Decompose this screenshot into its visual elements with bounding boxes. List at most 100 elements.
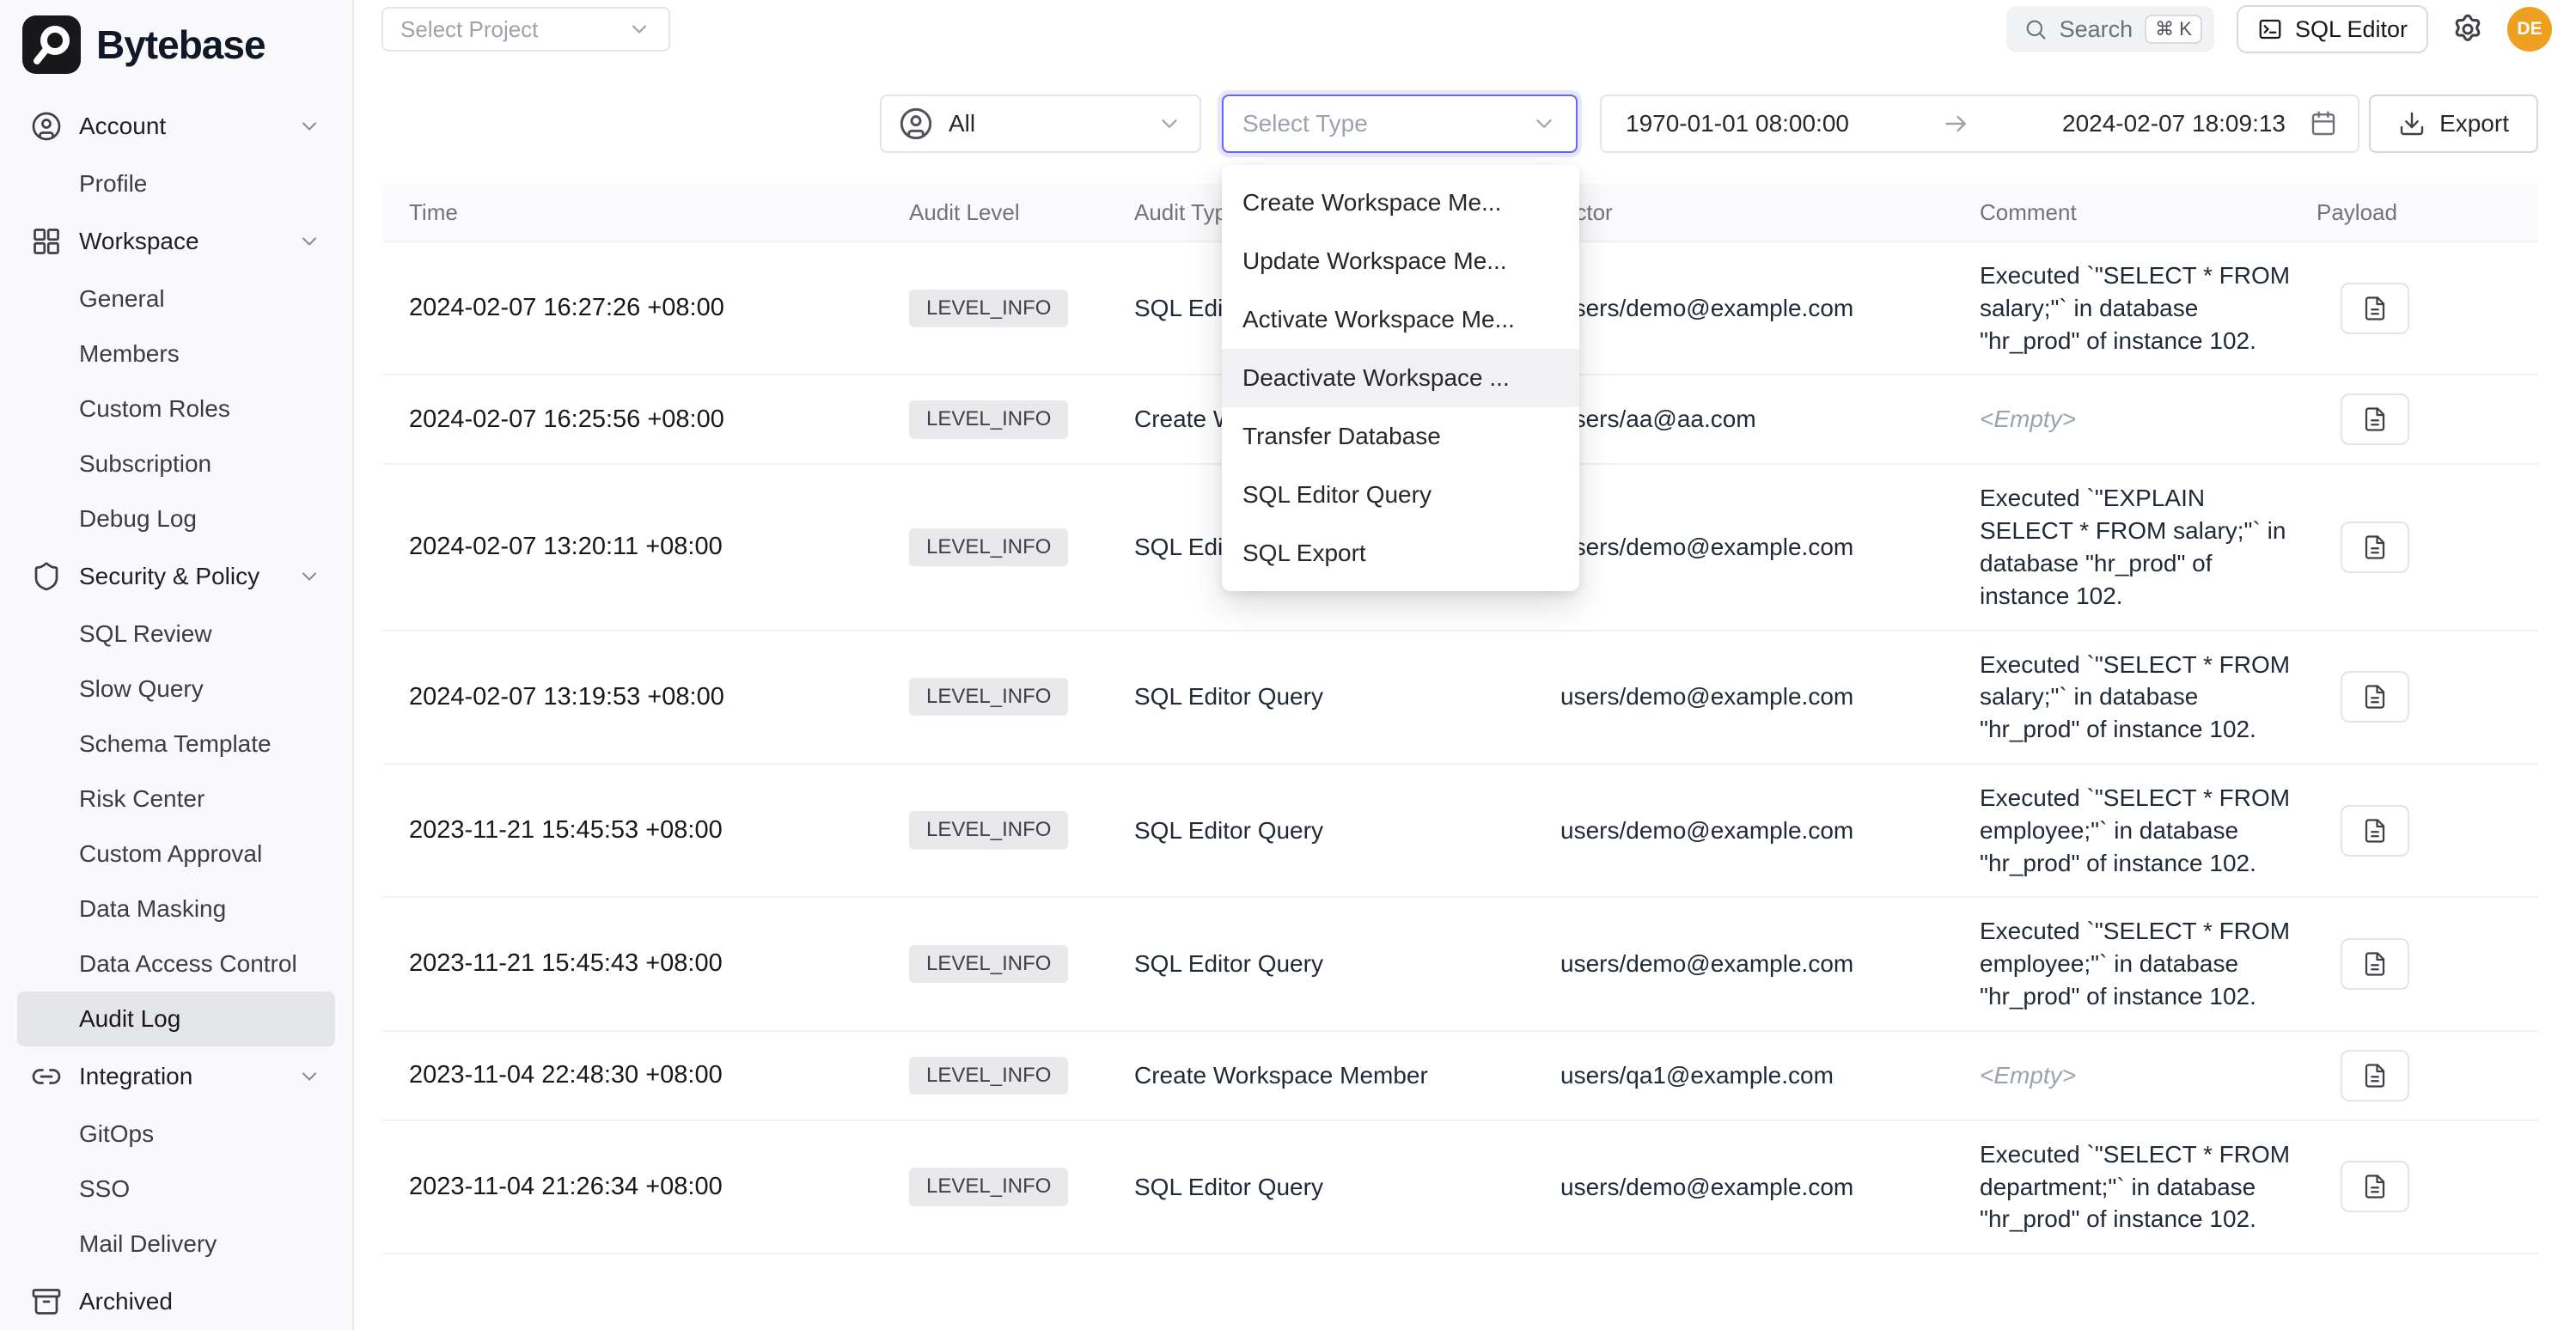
main-area: Select Project Search ⌘ K SQL Editor DE bbox=[354, 0, 2576, 1330]
cell-audit-type: SQL Editor Query bbox=[1134, 1154, 1560, 1221]
column-header-comment: Comment bbox=[1980, 199, 2317, 226]
sidebar-item-debug-log[interactable]: Debug Log bbox=[17, 491, 335, 546]
cell-payload bbox=[2317, 921, 2536, 1007]
sidebar-section-integration[interactable]: Integration bbox=[17, 1046, 335, 1107]
export-label: Export bbox=[2439, 110, 2509, 137]
dropdown-option-deactivate-workspace[interactable]: Deactivate Workspace ... bbox=[1222, 349, 1579, 407]
cell-actor: users/demo@example.com bbox=[1560, 797, 1980, 864]
section-label: Workspace bbox=[79, 228, 199, 255]
column-header-audit-level: Audit Level bbox=[909, 199, 1134, 226]
avatar[interactable]: DE bbox=[2507, 7, 2552, 52]
sidebar-item-members[interactable]: Members bbox=[17, 326, 335, 381]
sidebar-item-audit-log[interactable]: Audit Log bbox=[17, 991, 335, 1046]
sql-editor-button[interactable]: SQL Editor bbox=[2237, 5, 2428, 53]
search-icon bbox=[2024, 17, 2048, 41]
search-input[interactable]: Search ⌘ K bbox=[2006, 6, 2214, 52]
cell-payload bbox=[2317, 788, 2536, 874]
user-circle-icon bbox=[899, 107, 933, 141]
cell-payload bbox=[2317, 504, 2536, 590]
sidebar-item-profile[interactable]: Profile bbox=[17, 156, 335, 211]
cell-audit-type: SQL Editor Query bbox=[1134, 930, 1560, 998]
sidebar-item-schema-template[interactable]: Schema Template bbox=[17, 717, 335, 772]
sidebar-item-slow-query[interactable]: Slow Query bbox=[17, 662, 335, 717]
sidebar-item-sql-review[interactable]: SQL Review bbox=[17, 607, 335, 662]
cell-actor: users/qa1@example.com bbox=[1560, 1042, 1980, 1109]
cell-audit-level: LEVEL_INFO bbox=[909, 928, 1134, 1000]
table-row: 2024-02-07 13:19:53 +08:00LEVEL_INFOSQL … bbox=[383, 631, 2538, 765]
cell-audit-type: Create Workspace Member bbox=[1134, 1042, 1560, 1109]
payload-button[interactable] bbox=[2341, 938, 2409, 990]
link-icon bbox=[31, 1061, 62, 1092]
payload-button[interactable] bbox=[2341, 805, 2409, 857]
search-shortcut: ⌘ K bbox=[2145, 15, 2202, 44]
cell-audit-type: SQL Editor Query bbox=[1134, 663, 1560, 730]
filter-bar: All Select Type 1970-01-01 08:00:00 2024… bbox=[354, 95, 2576, 153]
dropdown-option-sql-export[interactable]: SQL Export bbox=[1222, 524, 1579, 583]
sidebar-item-general[interactable]: General bbox=[17, 271, 335, 326]
sidebar-item-data-masking[interactable]: Data Masking bbox=[17, 882, 335, 936]
cell-comment: <Empty> bbox=[1980, 1042, 2317, 1109]
sidebar-item-risk-center[interactable]: Risk Center bbox=[17, 772, 335, 827]
brand-name: Bytebase bbox=[96, 21, 266, 68]
dropdown-option-sql-editor-query[interactable]: SQL Editor Query bbox=[1222, 466, 1579, 524]
section-label: Security & Policy bbox=[79, 563, 259, 590]
sidebar-item-gitops[interactable]: GitOps bbox=[17, 1107, 335, 1162]
topbar-right: Search ⌘ K SQL Editor DE bbox=[2006, 5, 2552, 53]
payload-button[interactable] bbox=[2341, 283, 2409, 334]
date-range-picker[interactable]: 1970-01-01 08:00:00 2024-02-07 18:09:13 bbox=[1600, 95, 2359, 153]
cell-comment: Executed `"SELECT * FROM salary;"` in da… bbox=[1980, 242, 2317, 374]
sidebar-item-custom-roles[interactable]: Custom Roles bbox=[17, 381, 335, 436]
dropdown-option-create-workspace-me[interactable]: Create Workspace Me... bbox=[1222, 174, 1579, 232]
table-row: 2023-11-04 22:48:30 +08:00LEVEL_INFOCrea… bbox=[383, 1032, 2538, 1121]
type-filter-placeholder: Select Type bbox=[1242, 110, 1368, 137]
cell-payload bbox=[2317, 376, 2536, 462]
cell-comment: Executed `"SELECT * FROM salary;"` in da… bbox=[1980, 631, 2317, 763]
payload-button[interactable] bbox=[2341, 671, 2409, 723]
actor-filter-select[interactable]: All bbox=[880, 95, 1201, 153]
payload-button[interactable] bbox=[2341, 522, 2409, 573]
sidebar-item-mail-delivery[interactable]: Mail Delivery bbox=[17, 1217, 335, 1272]
table-row: 2023-11-04 21:26:34 +08:00LEVEL_INFOSQL … bbox=[383, 1121, 2538, 1254]
project-select[interactable]: Select Project bbox=[382, 7, 670, 52]
sidebar-item-archived[interactable]: Archived bbox=[17, 1272, 335, 1330]
payload-button[interactable] bbox=[2341, 394, 2409, 445]
dropdown-option-transfer-database[interactable]: Transfer Database bbox=[1222, 407, 1579, 466]
chevron-down-icon bbox=[297, 114, 321, 138]
audit-level-badge: LEVEL_INFO bbox=[909, 400, 1068, 438]
chevron-down-icon bbox=[297, 1065, 321, 1089]
download-icon bbox=[2398, 110, 2426, 137]
type-filter-select[interactable]: Select Type bbox=[1222, 95, 1578, 153]
cell-comment: Executed `"SELECT * FROM employee;"` in … bbox=[1980, 765, 2317, 896]
sidebar-section-security-policy[interactable]: Security & Policy bbox=[17, 546, 335, 607]
audit-level-badge: LEVEL_INFO bbox=[909, 1057, 1068, 1095]
cell-time: 2023-11-21 15:45:43 +08:00 bbox=[383, 930, 909, 998]
user-icon bbox=[31, 111, 62, 142]
sidebar-nav: AccountProfileWorkspaceGeneralMembersCus… bbox=[0, 89, 352, 1330]
table-row: 2023-11-21 15:45:43 +08:00LEVEL_INFOSQL … bbox=[383, 898, 2538, 1031]
dropdown-option-update-workspace-me[interactable]: Update Workspace Me... bbox=[1222, 232, 1579, 290]
payload-button[interactable] bbox=[2341, 1050, 2409, 1101]
sidebar-item-custom-approval[interactable]: Custom Approval bbox=[17, 827, 335, 882]
audit-level-badge: LEVEL_INFO bbox=[909, 1168, 1068, 1205]
cell-time: 2023-11-21 15:45:53 +08:00 bbox=[383, 796, 909, 864]
cell-comment: Executed `"EXPLAIN SELECT * FROM salary;… bbox=[1980, 465, 2317, 629]
audit-level-badge: LEVEL_INFO bbox=[909, 811, 1068, 849]
cell-payload bbox=[2317, 265, 2536, 351]
sidebar-item-subscription[interactable]: Subscription bbox=[17, 436, 335, 491]
chevron-down-icon bbox=[1531, 111, 1557, 137]
cell-payload bbox=[2317, 1033, 2536, 1119]
sidebar-item-data-access-control[interactable]: Data Access Control bbox=[17, 936, 335, 991]
grid-icon bbox=[31, 226, 62, 257]
sidebar-item-sso[interactable]: SSO bbox=[17, 1162, 335, 1217]
search-label: Search bbox=[2060, 16, 2133, 43]
column-header-payload: Payload bbox=[2317, 199, 2536, 226]
brand-logo[interactable]: Bytebase bbox=[0, 0, 352, 89]
payload-button[interactable] bbox=[2341, 1161, 2409, 1212]
sidebar-section-workspace[interactable]: Workspace bbox=[17, 211, 335, 271]
dropdown-option-activate-workspace-me[interactable]: Activate Workspace Me... bbox=[1222, 290, 1579, 349]
export-button[interactable]: Export bbox=[2369, 95, 2538, 153]
section-label: Account bbox=[79, 113, 166, 140]
sidebar-section-account[interactable]: Account bbox=[17, 96, 335, 156]
gear-icon[interactable] bbox=[2451, 12, 2485, 46]
audit-level-badge: LEVEL_INFO bbox=[909, 528, 1068, 566]
